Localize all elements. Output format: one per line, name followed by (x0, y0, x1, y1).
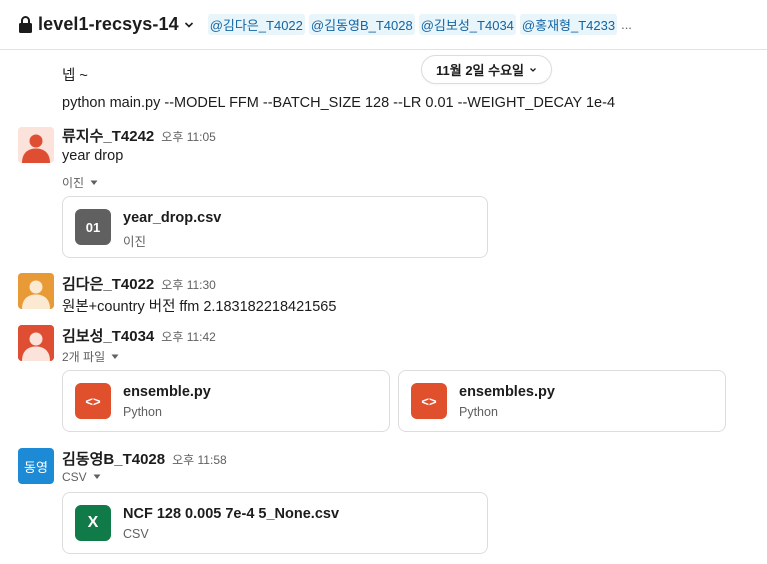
avatar[interactable] (18, 273, 54, 309)
message-sender[interactable]: 류지수_T4242 오후 11:05 (62, 125, 216, 146)
member-mention[interactable]: @김동영B_T4028 (308, 14, 415, 35)
file-type: Python (123, 405, 162, 419)
message-time[interactable]: 오후 11:30 (161, 278, 216, 292)
file-name[interactable]: ensembles.py (459, 384, 555, 400)
file-attachment[interactable]: 01 year_drop.csv 이진 (62, 196, 488, 258)
avatar[interactable] (18, 325, 54, 361)
user-avatar-icon (18, 325, 54, 361)
code-file-icon: <> (411, 383, 447, 419)
chevron-down-icon (530, 67, 536, 72)
caret-down-icon (111, 354, 119, 359)
file-attachment[interactable]: <> ensemble.py Python (62, 370, 390, 432)
avatar[interactable] (18, 127, 54, 163)
message-time[interactable]: 오후 11:42 (161, 330, 216, 344)
member-mention[interactable]: @김보성_T4034 (418, 14, 516, 35)
file-toggle[interactable]: CSV (62, 470, 101, 484)
sender-name[interactable]: 류지수_T4242 (62, 128, 154, 145)
caret-down-icon (93, 474, 101, 479)
file-type: Python (459, 405, 498, 419)
message-text: python main.py --MODEL FFM --BATCH_SIZE … (62, 95, 616, 111)
file-toggle-label: 2개 파일 (62, 350, 106, 364)
lock-icon (19, 16, 32, 33)
message-sender[interactable]: 김다은_T4022 오후 11:30 (62, 273, 216, 294)
more-members[interactable]: ... (621, 17, 632, 32)
message-text: 원본+country 버전 ffm 2.183182218421565 (62, 299, 337, 315)
channel-name[interactable]: level1-recsys-14 (38, 14, 179, 35)
member-mention[interactable]: @김다은_T4022 (207, 14, 305, 35)
sender-name[interactable]: 김동영B_T4028 (62, 451, 165, 468)
user-avatar-icon (18, 273, 54, 309)
message-sender[interactable]: 김동영B_T4028 오후 11:58 (62, 448, 227, 469)
message-time[interactable]: 오후 11:58 (172, 453, 227, 467)
file-toggle-label: 이진 (62, 176, 85, 190)
file-toggle-label: CSV (62, 470, 87, 484)
message-text: 넵 ~ (62, 68, 88, 84)
date-label: 11월 2일 수요일 (436, 63, 524, 78)
channel-header: level1-recsys-14 @김다은_T4022 @김동영B_T4028 … (0, 0, 767, 50)
file-type: CSV (123, 527, 149, 541)
file-type: 이진 (123, 235, 147, 249)
message-text: year drop (62, 148, 124, 164)
sender-name[interactable]: 김보성_T4034 (62, 328, 154, 345)
file-attachment[interactable]: <> ensembles.py Python (398, 370, 726, 432)
avatar-initials: 동영 (24, 459, 48, 475)
file-toggle[interactable]: 이진 (62, 174, 98, 191)
member-mention[interactable]: @홍재형_T4233 (519, 14, 618, 35)
binary-file-icon: 01 (75, 209, 111, 245)
spreadsheet-file-icon: X (75, 505, 111, 541)
code-file-icon: <> (75, 383, 111, 419)
user-avatar-icon (18, 127, 54, 163)
message-time[interactable]: 오후 11:05 (161, 130, 216, 144)
file-attachment[interactable]: X NCF 128 0.005 7e-4 5_None.csv CSV (62, 492, 488, 554)
channel-members[interactable]: @김다은_T4022 @김동영B_T4028 @김보성_T4034 @홍재형_T… (207, 14, 632, 35)
file-name[interactable]: year_drop.csv (123, 210, 221, 226)
avatar[interactable]: 동영 (18, 448, 54, 484)
sender-name[interactable]: 김다은_T4022 (62, 276, 154, 293)
message-sender[interactable]: 김보성_T4034 오후 11:42 (62, 325, 216, 346)
chevron-down-icon[interactable] (184, 20, 194, 30)
date-divider-button[interactable]: 11월 2일 수요일 (421, 55, 552, 84)
file-toggle[interactable]: 2개 파일 (62, 348, 119, 365)
file-name[interactable]: ensemble.py (123, 384, 211, 400)
caret-down-icon (90, 180, 98, 185)
file-name[interactable]: NCF 128 0.005 7e-4 5_None.csv (123, 506, 339, 522)
